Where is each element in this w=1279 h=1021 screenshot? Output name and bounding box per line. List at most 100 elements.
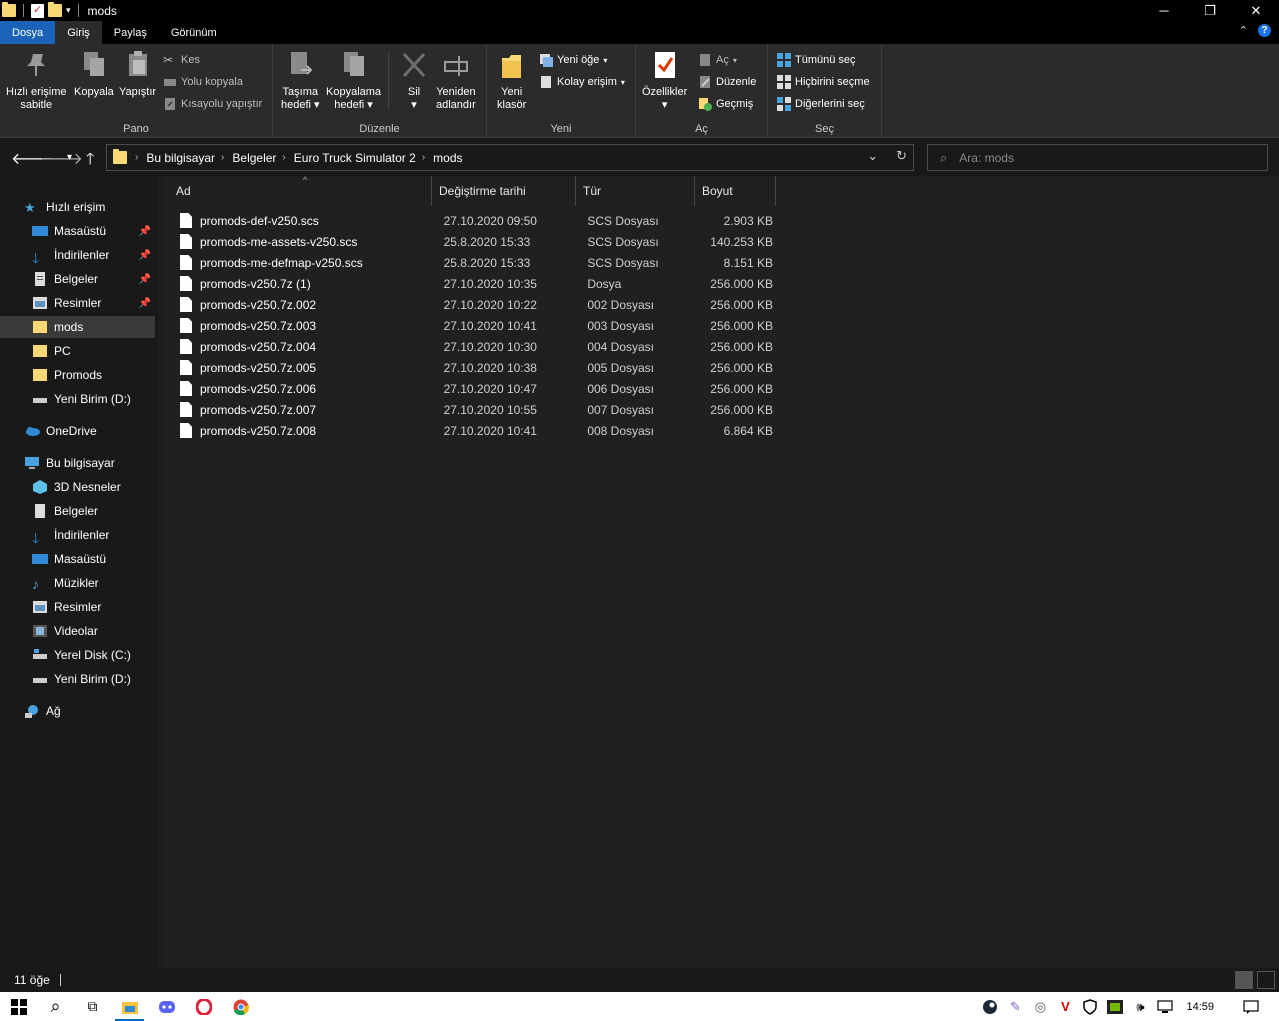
edit-button[interactable]: Düzenle <box>698 75 756 89</box>
new-folder-button[interactable]: Yeni klasör <box>497 50 526 112</box>
sidebar-item-onedrive[interactable]: OneDrive <box>0 420 155 442</box>
sidebar-item-drive-c[interactable]: Yerel Disk (C:) <box>0 644 155 666</box>
search-input[interactable]: ⌕ Ara: mods <box>927 144 1268 171</box>
sidebar-item-mods[interactable]: mods <box>0 316 155 338</box>
sidebar-item-music[interactable]: ♪ Müzikler <box>0 572 155 594</box>
breadcrumb-documents[interactable]: Belgeler <box>232 151 276 165</box>
move-to-button[interactable]: Taşıma hedefi ▾ <box>281 50 320 112</box>
copy-button[interactable]: Kopyala <box>74 50 114 99</box>
file-row[interactable]: promods-v250.7z.002 27.10.2020 10:22 002 D… <box>173 294 773 315</box>
column-header-type[interactable]: Tür <box>576 176 695 206</box>
nvidia-icon[interactable] <box>1107 999 1124 1015</box>
opera-taskbar-button[interactable] <box>185 992 222 1021</box>
file-row[interactable]: promods-me-assets-v250.scs 25.8.2020 15:3… <box>173 231 773 252</box>
shield-icon[interactable] <box>1082 998 1098 1015</box>
breadcrumb-separator[interactable]: › <box>135 152 138 163</box>
breadcrumb-separator[interactable]: › <box>282 152 285 163</box>
properties-icon[interactable] <box>31 3 44 18</box>
file-row[interactable]: promods-v250.7z.008 27.10.2020 10:41 008 D… <box>173 420 773 441</box>
close-button[interactable]: ✕ <box>1233 0 1279 21</box>
rename-button[interactable]: Yeniden adlandır <box>436 50 476 112</box>
sidebar-item-videos[interactable]: Videolar <box>0 620 155 642</box>
select-none-button[interactable]: Hiçbirini seçme <box>777 75 870 89</box>
select-all-button[interactable]: Tümünü seç <box>777 53 856 67</box>
breadcrumb-this-pc[interactable]: Bu bilgisayar <box>146 151 215 165</box>
properties-button[interactable]: Özellikler ▾ <box>642 50 687 112</box>
sidebar-item-pc-desktop[interactable]: Masaüstü <box>0 548 155 570</box>
cut-button[interactable]: ✂ Kes <box>163 53 200 67</box>
paste-shortcut-button[interactable]: Kısayolu yapıştır <box>163 97 262 111</box>
open-button[interactable]: Aç ▾ <box>698 53 737 67</box>
sidebar-item-quick-access[interactable]: ★ Hızlı erişim <box>0 196 155 218</box>
address-history-icon[interactable]: ⌄ <box>867 148 878 164</box>
sidebar-item-drive-d-quick[interactable]: Yeni Birim (D:) <box>0 388 155 410</box>
help-icon[interactable]: ? <box>1258 24 1271 37</box>
invert-selection-button[interactable]: Diğerlerini seç <box>777 97 865 111</box>
paste-button[interactable]: Yapıştır <box>119 50 156 99</box>
file-row[interactable]: promods-v250.7z.003 27.10.2020 10:41 003 D… <box>173 315 773 336</box>
tab-home[interactable]: Giriş <box>55 21 102 44</box>
pin-icon[interactable]: 📌 <box>139 298 151 309</box>
easy-access-button[interactable]: Kolay erişim ▾ <box>539 75 625 89</box>
new-item-button[interactable]: Yeni öğe ▾ <box>539 53 607 67</box>
pin-icon[interactable]: 📌 <box>139 274 151 285</box>
tab-view[interactable]: Görünüm <box>159 21 229 44</box>
search-button[interactable]: ⌕ <box>37 992 74 1021</box>
sidebar-item-pc-downloads[interactable]: 🡓 İndirilenler <box>0 524 155 546</box>
delete-button[interactable]: Sil ▾ <box>401 50 427 112</box>
new-folder-icon[interactable] <box>48 2 62 17</box>
tab-share[interactable]: Paylaş <box>102 21 159 44</box>
copy-to-button[interactable]: Kopyalama hedefi ▾ <box>326 50 381 112</box>
restore-button[interactable]: ❐ <box>1187 0 1233 21</box>
sidebar-item-network[interactable]: Ağ <box>0 700 155 722</box>
notifications-icon[interactable] <box>1243 999 1259 1015</box>
history-button[interactable]: Geçmiş <box>698 97 753 111</box>
file-row[interactable]: promods-v250.7z.005 27.10.2020 10:38 005 D… <box>173 357 773 378</box>
up-button[interactable]: 🡑 <box>86 148 94 175</box>
column-header-name[interactable]: Ad ^ <box>169 175 432 206</box>
file-row[interactable]: promods-v250.7z.006 27.10.2020 10:47 006 D… <box>173 378 773 399</box>
file-row[interactable]: promods-v250.7z.004 27.10.2020 10:30 004 D… <box>173 336 773 357</box>
ribbon-collapse-icon[interactable]: ⌃ <box>1239 24 1248 37</box>
network-tray-icon[interactable] <box>1157 999 1174 1015</box>
customize-toolbar-icon[interactable]: ▾ <box>66 5 71 16</box>
pin-icon[interactable]: 📌 <box>139 226 151 237</box>
file-row[interactable]: promods-v250.7z.007 27.10.2020 10:55 007 D… <box>173 399 773 420</box>
chrome-taskbar-button[interactable] <box>222 992 259 1021</box>
task-view-button[interactable]: ⧉ <box>74 992 111 1021</box>
breadcrumb-separator[interactable]: › <box>221 152 224 163</box>
copy-path-button[interactable]: Yolu kopyala <box>163 75 243 89</box>
sidebar-item-desktop[interactable]: Masaüstü 📌 <box>0 220 155 242</box>
refresh-icon[interactable]: ↻ <box>896 148 907 164</box>
file-row[interactable]: promods-me-defmap-v250.scs 25.8.2020 15:3… <box>173 252 773 273</box>
pin-quick-access-button[interactable]: Hızlı erişime sabitle <box>6 50 67 112</box>
discord-tray-icon[interactable]: ◎ <box>1032 999 1048 1015</box>
sidebar-item-3d-objects[interactable]: 3D Nesneler <box>0 476 155 498</box>
sidebar-item-promods[interactable]: Promods <box>0 364 155 386</box>
steam-icon[interactable] <box>982 999 998 1015</box>
column-header-size[interactable]: Boyut <box>695 176 776 206</box>
address-bar[interactable]: › Bu bilgisayar › Belgeler › Euro Truck … <box>106 144 914 171</box>
volume-icon[interactable]: 🕪 <box>1132 999 1148 1015</box>
sidebar-item-documents[interactable]: Belgeler 📌 <box>0 268 155 290</box>
details-view-button[interactable] <box>1235 971 1253 989</box>
sidebar-item-pc-pictures[interactable]: Resimler <box>0 596 155 618</box>
pin-icon[interactable]: 📌 <box>139 250 151 261</box>
breadcrumb-mods[interactable]: mods <box>433 151 462 165</box>
sidebar-item-downloads[interactable]: 🡓 İndirilenler 📌 <box>0 244 155 266</box>
recent-locations-button[interactable]: ▾ <box>67 152 72 163</box>
minimize-button[interactable]: ─ <box>1141 0 1187 21</box>
sidebar-item-pc-documents[interactable]: Belgeler <box>0 500 155 522</box>
pen-icon[interactable]: ✎ <box>1007 999 1023 1015</box>
breadcrumb-separator[interactable]: › <box>422 152 425 163</box>
start-button[interactable] <box>0 992 37 1021</box>
sidebar-item-pc-folder[interactable]: PC <box>0 340 155 362</box>
file-row[interactable]: promods-def-v250.scs 27.10.2020 09:50 SCS … <box>173 210 773 231</box>
sidebar-item-this-pc[interactable]: Bu bilgisayar <box>0 452 155 474</box>
discord-taskbar-button[interactable] <box>148 992 185 1021</box>
sidebar-item-pictures[interactable]: Resimler 📌 <box>0 292 155 314</box>
antivirus-icon[interactable]: V <box>1057 999 1073 1015</box>
large-icons-view-button[interactable] <box>1257 971 1275 989</box>
clock[interactable]: 14:59 <box>1186 1001 1214 1013</box>
tab-file[interactable]: Dosya <box>0 21 56 44</box>
